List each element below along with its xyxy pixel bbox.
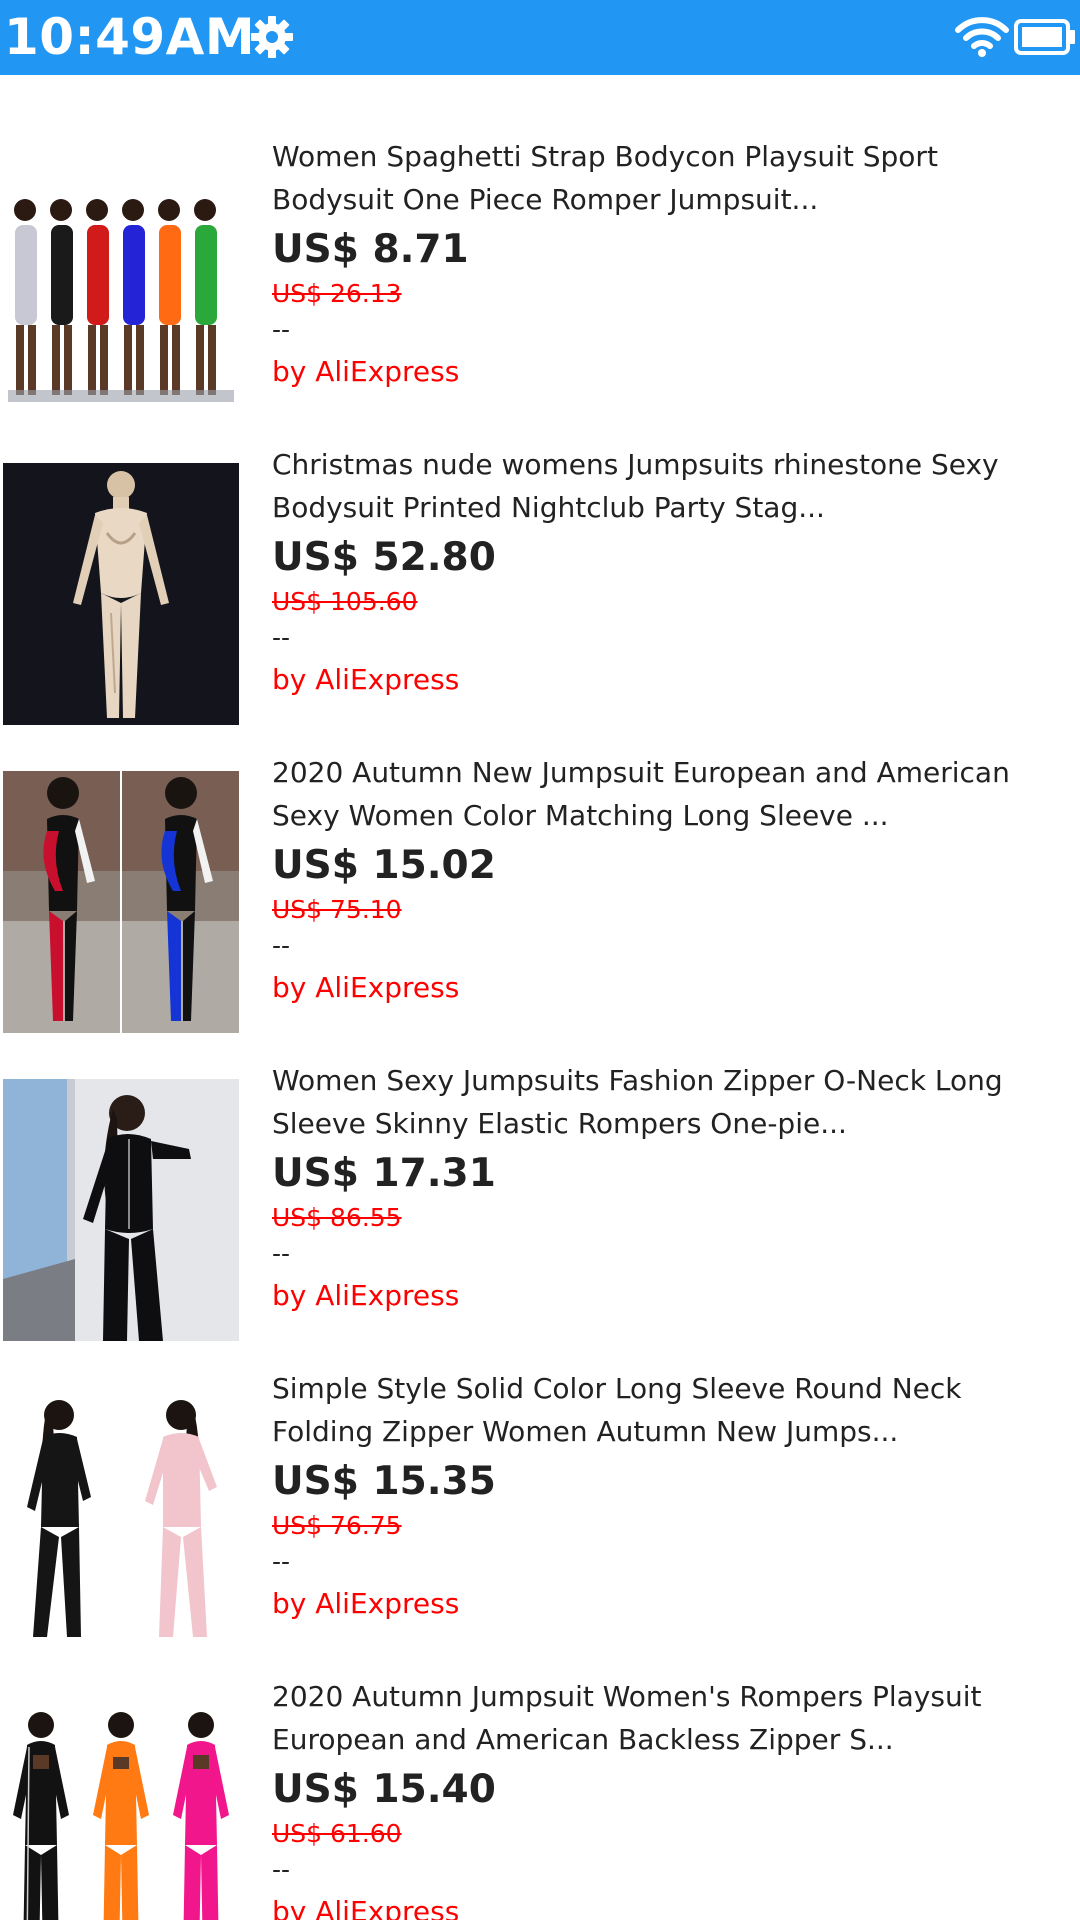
product-rating-placeholder: -- [272,1239,291,1268]
product-title[interactable]: 2020 Autumn Jumpsuit Women's Rompers Pla… [272,1675,1062,1761]
product-price: US$ 52.80 [272,535,496,580]
wifi-icon [955,17,1009,57]
product-rating-placeholder: -- [272,623,291,652]
product-image[interactable] [3,463,239,725]
nude-rhinestone-jumpsuit-image [3,463,239,725]
product-price: US$ 15.40 [272,1767,496,1812]
status-time: 10:49AM [4,8,256,66]
product-seller[interactable]: by AliExpress [272,1891,1062,1920]
product-image[interactable] [3,155,239,417]
product-seller[interactable]: by AliExpress [272,659,1062,701]
product-original-price: US$ 105.60 [272,587,418,616]
product-info: 2020 Autumn New Jumpsuit European and Am… [272,751,1062,1009]
product-item[interactable]: Women Sexy Jumpsuits Fashion Zipper O-Ne… [0,1059,1080,1359]
product-rating-placeholder: -- [272,1855,291,1884]
product-title[interactable]: Christmas nude womens Jumpsuits rhinesto… [272,443,1062,529]
product-image[interactable] [3,1079,239,1341]
product-info: Women Sexy Jumpsuits Fashion Zipper O-Ne… [272,1059,1062,1317]
product-title[interactable]: Women Sexy Jumpsuits Fashion Zipper O-Ne… [272,1059,1062,1145]
product-image[interactable] [3,771,239,1033]
product-item[interactable]: 2020 Autumn New Jumpsuit European and Am… [0,751,1080,1051]
product-price: US$ 15.35 [272,1459,496,1504]
status-bar: 10:49AM [0,0,1080,75]
product-original-price: US$ 26.13 [272,279,402,308]
product-price: US$ 17.31 [272,1151,496,1196]
product-seller[interactable]: by AliExpress [272,967,1062,1009]
product-price: US$ 8.71 [272,227,469,272]
product-item[interactable]: Simple Style Solid Color Long Sleeve Rou… [0,1367,1080,1667]
product-original-price: US$ 61.60 [272,1819,402,1848]
product-info: 2020 Autumn Jumpsuit Women's Rompers Pla… [272,1675,1062,1920]
product-item[interactable]: Christmas nude womens Jumpsuits rhinesto… [0,443,1080,743]
product-title[interactable]: Women Spaghetti Strap Bodycon Playsuit S… [272,135,1062,221]
product-rating-placeholder: -- [272,931,291,960]
product-rating-placeholder: -- [272,1547,291,1576]
product-info: Simple Style Solid Color Long Sleeve Rou… [272,1367,1062,1625]
product-title[interactable]: Simple Style Solid Color Long Sleeve Rou… [272,1367,1062,1453]
battery-icon [1014,19,1075,55]
product-price: US$ 15.02 [272,843,496,888]
product-seller[interactable]: by AliExpress [272,351,1062,393]
product-title[interactable]: 2020 Autumn New Jumpsuit European and Am… [272,751,1062,837]
product-seller[interactable]: by AliExpress [272,1275,1062,1317]
gear-icon [251,16,293,58]
product-list: Women Spaghetti Strap Bodycon Playsuit S… [0,75,1080,1920]
black-orange-pink-jumpsuits-image [3,1695,239,1920]
product-info: Christmas nude womens Jumpsuits rhinesto… [272,443,1062,701]
product-original-price: US$ 75.10 [272,895,402,924]
red-blue-color-block-jumpsuits-image [3,771,239,1033]
product-item[interactable]: 2020 Autumn Jumpsuit Women's Rompers Pla… [0,1675,1080,1920]
black-zipper-jumpsuit-image [3,1079,239,1341]
product-image[interactable] [3,1387,239,1649]
product-image[interactable] [3,1695,239,1920]
black-pink-jumpsuits-image [3,1387,239,1649]
product-rating-placeholder: -- [272,315,291,344]
six-color-rompers-image [3,155,239,417]
product-item[interactable]: Women Spaghetti Strap Bodycon Playsuit S… [0,135,1080,435]
product-original-price: US$ 86.55 [272,1203,402,1232]
product-seller[interactable]: by AliExpress [272,1583,1062,1625]
product-original-price: US$ 76.75 [272,1511,402,1540]
product-info: Women Spaghetti Strap Bodycon Playsuit S… [272,135,1062,393]
